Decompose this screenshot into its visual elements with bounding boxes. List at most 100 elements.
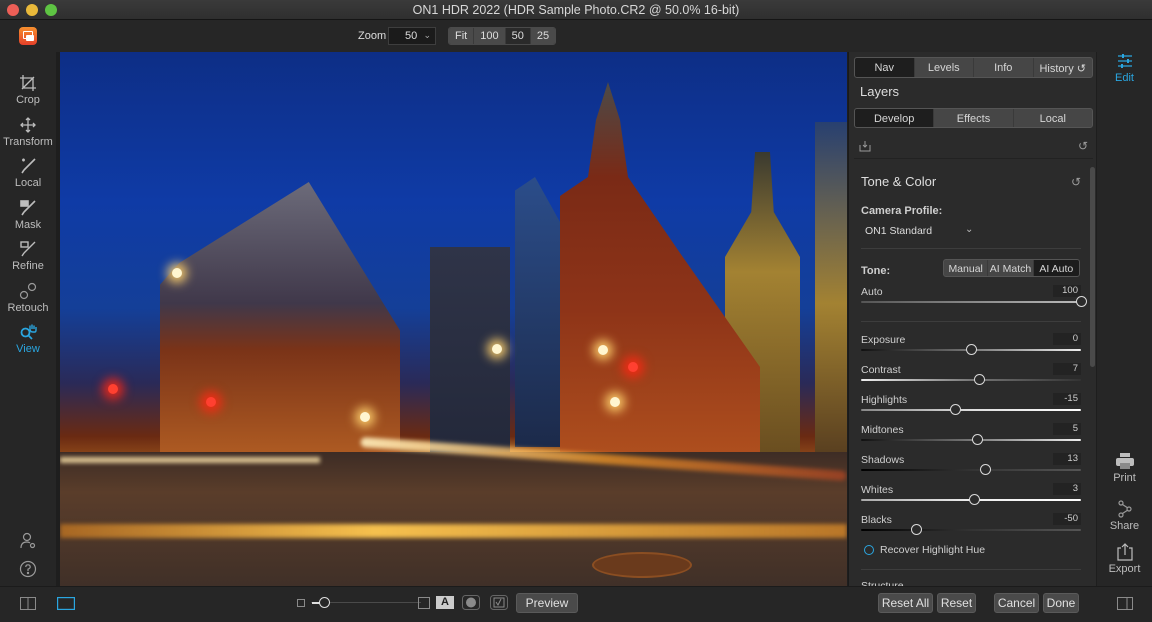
zoom-100-button[interactable]: 100: [474, 28, 506, 44]
slider-track[interactable]: [861, 301, 1081, 303]
recover-highlight-hue-radio[interactable]: [864, 545, 874, 555]
brush-size-large-icon: [418, 597, 430, 609]
zoom-50-button[interactable]: 50: [505, 28, 531, 44]
slider-thumb[interactable]: [949, 404, 961, 415]
tool-crop[interactable]: Crop: [0, 74, 56, 106]
compare-icon[interactable]: [490, 595, 508, 610]
slider-track[interactable]: [861, 529, 1081, 531]
tone-mode-ai-match[interactable]: AI Match: [988, 260, 1034, 276]
mask-text-icon[interactable]: A: [436, 596, 454, 609]
photo-street-light: [492, 344, 502, 354]
preview-button[interactable]: Preview: [516, 593, 578, 613]
tab-levels[interactable]: Levels: [915, 58, 974, 77]
tool-view[interactable]: View: [0, 323, 56, 355]
zoom-fit-button[interactable]: Fit: [449, 28, 475, 44]
photo-skyscraper-far: [815, 122, 847, 452]
zoom-label: Zoom: [358, 30, 387, 42]
window-title: ON1 HDR 2022 (HDR Sample Photo.CR2 @ 50.…: [412, 3, 740, 17]
toggle-right-panel-icon[interactable]: [1117, 597, 1133, 610]
tone-mode-group: Manual AI Match AI Auto: [943, 259, 1080, 277]
tab-history[interactable]: History ↺: [1034, 58, 1093, 77]
slider-label: Midtones: [861, 424, 904, 436]
slider-thumb[interactable]: [911, 524, 922, 535]
slider-value-field[interactable]: 13: [1053, 453, 1081, 465]
slider-thumb[interactable]: [966, 344, 977, 355]
brush-size-slider-thumb[interactable]: [319, 597, 330, 608]
slider-value-field[interactable]: 7: [1053, 363, 1081, 375]
tone-mode-ai-auto[interactable]: AI Auto: [1033, 260, 1079, 276]
reset-button[interactable]: Reset: [937, 593, 976, 613]
tool-retouch-label: Retouch: [7, 302, 49, 314]
section-reset-icon[interactable]: ↺: [1071, 176, 1083, 188]
single-view-icon[interactable]: [57, 597, 75, 610]
reset-all-button[interactable]: Reset All: [878, 593, 933, 613]
user-settings-icon[interactable]: [19, 532, 37, 550]
toggle-left-panel-icon[interactable]: [20, 597, 36, 610]
done-button[interactable]: Done: [1043, 593, 1079, 613]
slider-label: Exposure: [861, 334, 906, 346]
slider-value-field[interactable]: 100: [1053, 285, 1081, 297]
module-share[interactable]: Share: [1097, 500, 1152, 532]
help-icon[interactable]: [19, 560, 37, 578]
tab-nav[interactable]: Nav: [855, 58, 915, 77]
tab-effects[interactable]: Effects: [934, 109, 1014, 127]
slider-track[interactable]: [861, 409, 1081, 411]
tab-local[interactable]: Local: [1014, 109, 1092, 127]
panel-scrollbar[interactable]: [1090, 167, 1095, 367]
save-preset-icon[interactable]: [859, 140, 871, 152]
tool-transform[interactable]: Transform: [0, 116, 56, 148]
slider-value-field[interactable]: 0: [1053, 333, 1081, 345]
section-divider: [861, 248, 1081, 249]
slider-thumb[interactable]: [969, 494, 981, 505]
module-print[interactable]: Print: [1097, 452, 1152, 484]
share-icon: [1117, 500, 1132, 518]
cancel-button[interactable]: Cancel: [994, 593, 1039, 613]
layers-title: Layers: [860, 84, 900, 99]
tool-refine[interactable]: Refine: [0, 240, 56, 272]
slider-value-field[interactable]: -15: [1053, 393, 1081, 405]
photo-street-light: [360, 412, 370, 422]
tone-mode-manual[interactable]: Manual: [944, 260, 989, 276]
slider-midtones: Midtones 5: [861, 423, 1081, 452]
tool-view-label: View: [16, 343, 40, 355]
module-edit[interactable]: Edit: [1097, 52, 1152, 84]
mask-overlay-icon[interactable]: [462, 595, 480, 610]
printer-icon: [1115, 453, 1134, 469]
top-toolbar: Zoom 50 ⌄ Fit 100 50 25: [0, 20, 1152, 52]
slider-whites: Whites 3: [861, 483, 1081, 512]
module-export[interactable]: Export: [1097, 543, 1152, 575]
sliders-icon: [1117, 54, 1132, 68]
move-arrows-icon: [20, 117, 36, 133]
photo-manhole: [592, 552, 692, 578]
slider-thumb[interactable]: [973, 374, 985, 385]
slider-thumb[interactable]: [1076, 296, 1087, 307]
module-export-label: Export: [1108, 563, 1141, 575]
slider-thumb[interactable]: [971, 434, 983, 445]
slider-value-field[interactable]: 3: [1053, 483, 1081, 495]
tool-retouch[interactable]: Retouch: [0, 282, 56, 314]
tab-info[interactable]: Info: [974, 58, 1034, 77]
tool-mask[interactable]: Mask: [0, 199, 56, 231]
slider-value-field[interactable]: 5: [1053, 423, 1081, 435]
slider-exposure: Exposure 0: [861, 333, 1081, 362]
slider-track[interactable]: [861, 379, 1081, 381]
photo-canvas[interactable]: [60, 52, 847, 586]
section-divider: [861, 569, 1081, 570]
zoom-select[interactable]: 50 ⌄: [388, 27, 436, 45]
brush-size-small-icon: [297, 599, 305, 607]
tool-local[interactable]: Local: [0, 157, 56, 189]
zoom-25-button[interactable]: 25: [530, 28, 556, 44]
tab-develop[interactable]: Develop: [855, 109, 935, 127]
left-tool-rail: Crop Transform Local Mask Refine Retouch…: [0, 52, 56, 586]
slider-value-field[interactable]: -50: [1053, 513, 1081, 525]
photo-traffic-light: [206, 397, 216, 407]
tone-label: Tone:: [861, 265, 891, 277]
brush-icon: [21, 158, 36, 174]
reset-all-icon[interactable]: ↺: [1078, 140, 1090, 152]
on1-logo-icon[interactable]: [19, 27, 37, 45]
slider-track[interactable]: [861, 469, 1081, 471]
title-bar: ON1 HDR 2022 (HDR Sample Photo.CR2 @ 50.…: [0, 0, 1152, 20]
tool-refine-label: Refine: [12, 260, 44, 272]
slider-thumb[interactable]: [980, 464, 992, 475]
retouch-icon: [19, 282, 37, 300]
